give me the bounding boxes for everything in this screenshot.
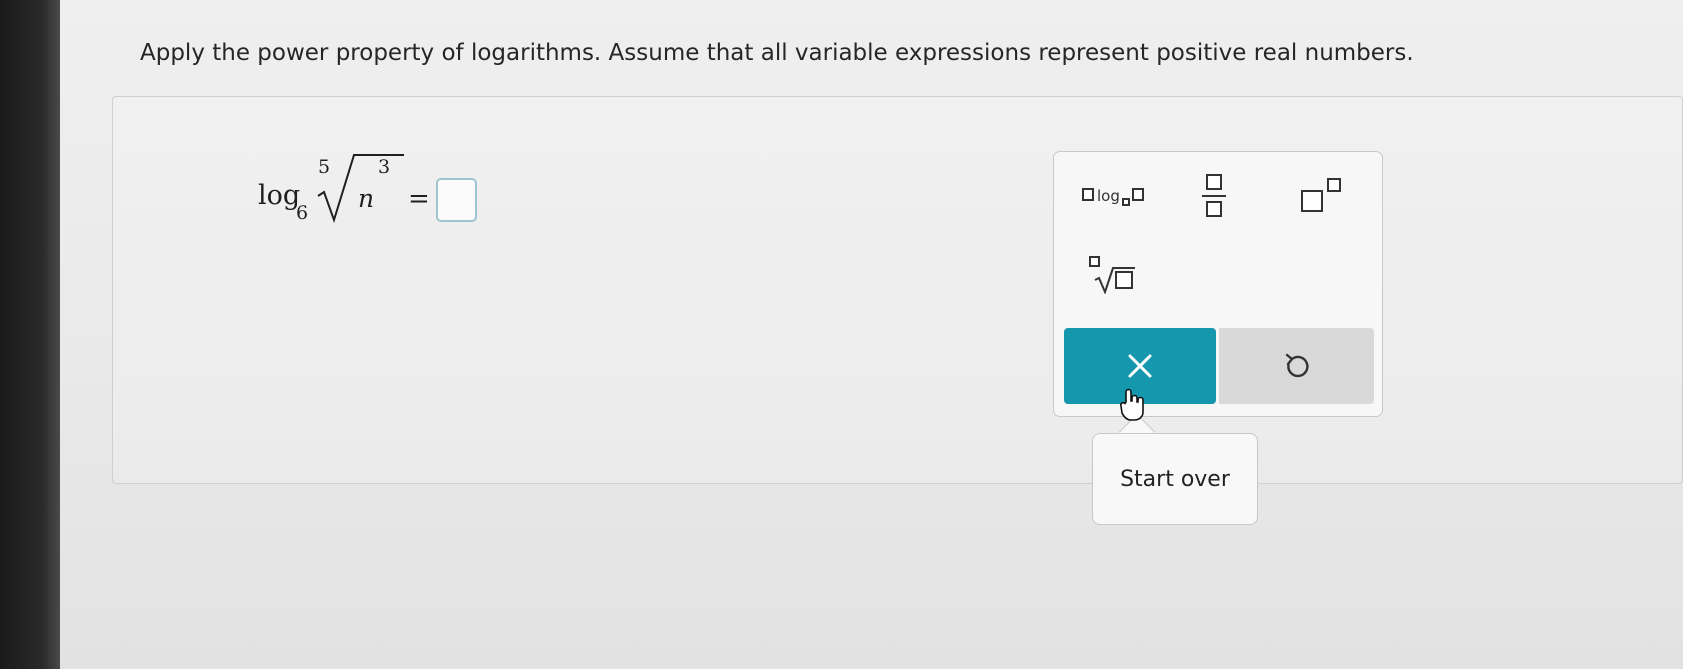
nth-root-button[interactable]: [1089, 256, 1149, 296]
device-bezel: [0, 0, 60, 669]
math-palette: log: [1053, 151, 1383, 417]
problem-instruction: Apply the power property of logarithms. …: [140, 40, 1414, 66]
radicand-slot-icon: [1115, 271, 1133, 289]
undo-button[interactable]: [1219, 328, 1374, 404]
radicand-exponent: 3: [378, 156, 391, 178]
undo-icon: [1285, 353, 1309, 378]
log-coefficient-slot-icon: [1082, 188, 1094, 201]
exponent-button[interactable]: [1301, 176, 1349, 216]
radicand-variable: n: [358, 184, 375, 213]
hand-cursor-icon: [1120, 388, 1144, 421]
fraction-button[interactable]: [1200, 174, 1230, 220]
answer-input[interactable]: [436, 178, 477, 222]
log-template-label: log: [1097, 187, 1120, 205]
log-base-slot-icon: [1122, 198, 1130, 206]
numerator-slot-icon: [1206, 174, 1222, 190]
fraction-bar-icon: [1202, 195, 1226, 197]
log-word: log: [258, 180, 301, 211]
close-icon: [1128, 354, 1152, 378]
exponent-slot-icon: [1327, 178, 1341, 192]
log-argument-slot-icon: [1132, 188, 1144, 201]
base-slot-icon: [1301, 190, 1323, 212]
equals-sign: =: [408, 184, 430, 214]
start-over-tooltip: Start over: [1092, 433, 1258, 525]
log-base-button[interactable]: log: [1082, 182, 1152, 216]
denominator-slot-icon: [1206, 201, 1222, 217]
log-base: 6: [296, 202, 309, 224]
